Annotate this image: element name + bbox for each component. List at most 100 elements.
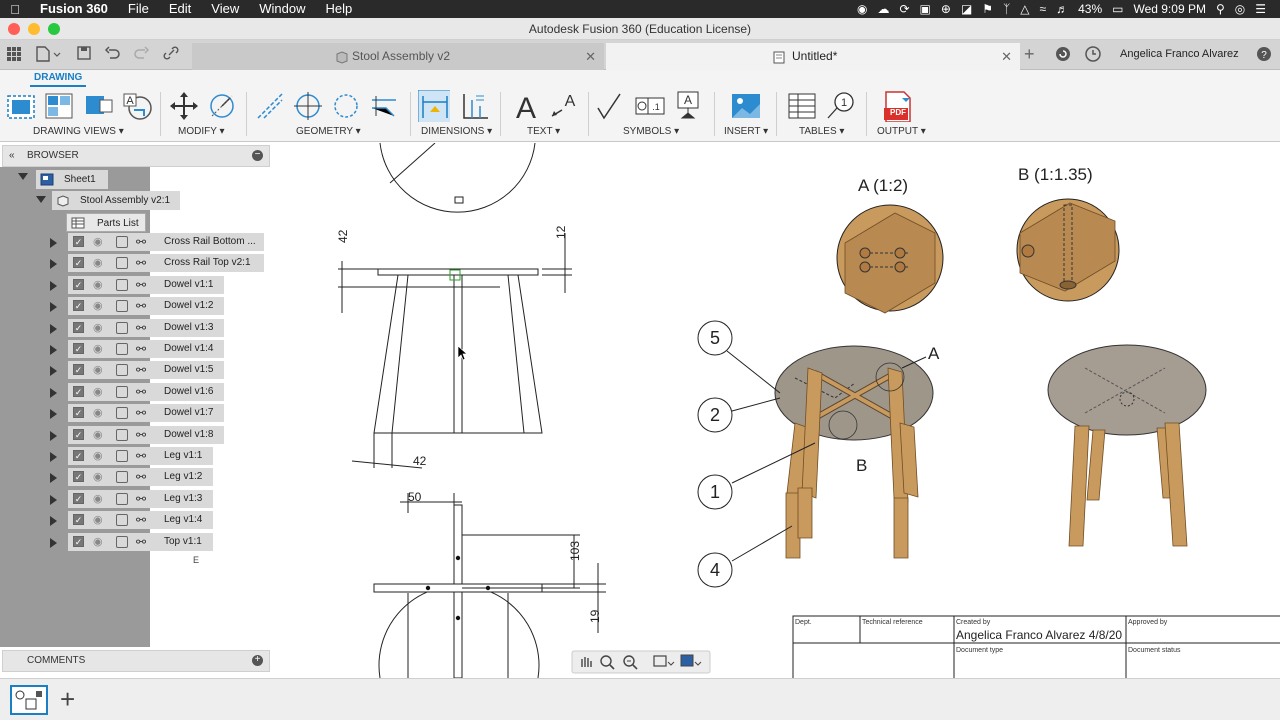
expand-component-icon[interactable] xyxy=(50,388,57,398)
job-status-icon[interactable] xyxy=(1055,46,1071,62)
feature-control-frame-icon[interactable]: .1 xyxy=(634,90,666,122)
visibility-checkbox[interactable]: ✓ xyxy=(73,407,84,418)
close-tab-icon[interactable]: ✕ xyxy=(585,43,596,70)
ordinate-dimension-icon[interactable] xyxy=(458,90,490,122)
eye-icon[interactable]: ◉ xyxy=(93,297,103,315)
detail-b-label[interactable]: B (1:1.35) xyxy=(1018,165,1093,184)
detail-callout-a[interactable]: A xyxy=(928,344,940,363)
front-view[interactable] xyxy=(338,233,572,469)
center-mark-pattern-icon[interactable] xyxy=(330,90,362,122)
visibility-checkbox[interactable]: ✓ xyxy=(73,536,84,547)
drawing-canvas[interactable]: 42 12 42 50 103 19 A (1:2) B (1:1.35) 5 … xyxy=(270,143,1280,678)
tree-assembly[interactable]: Stool Assembly v2:1 xyxy=(52,191,180,210)
bluetooth-icon[interactable]: ᛉ xyxy=(1003,2,1010,16)
group-output[interactable]: OUTPUT ▾ xyxy=(877,126,926,137)
eye-icon[interactable]: ◉ xyxy=(93,319,103,337)
table-icon[interactable] xyxy=(786,90,818,122)
expand-component-icon[interactable] xyxy=(50,238,57,248)
add-sheet-plus-icon[interactable]: + xyxy=(60,683,75,715)
balloon-4[interactable]: 4 xyxy=(697,525,793,588)
target-icon[interactable]: ⊕ xyxy=(941,2,951,16)
expand-component-icon[interactable] xyxy=(50,516,57,526)
move-icon[interactable] xyxy=(168,90,200,122)
browser-component-row[interactable]: ✓ ◉ ⚯ Leg v1:2 xyxy=(68,468,213,486)
detail-view-a[interactable] xyxy=(836,204,944,314)
tab-stool-assembly[interactable]: Stool Assembly v2 ✕ xyxy=(192,43,604,70)
browser-component-row[interactable]: ✓ ◉ ⚯ Dowel v1:7 xyxy=(68,404,224,422)
flag-icon[interactable]: ⚑ xyxy=(982,2,993,16)
save-icon[interactable] xyxy=(76,45,92,61)
browser-component-row[interactable]: ✓ ◉ ⚯ Cross Rail Top v2:1 xyxy=(68,254,264,272)
redo-icon[interactable] xyxy=(134,45,150,61)
expand-component-icon[interactable] xyxy=(50,324,57,334)
visibility-checkbox[interactable]: ✓ xyxy=(73,493,84,504)
rotate-icon[interactable] xyxy=(206,90,238,122)
eye-icon[interactable]: ◉ xyxy=(93,340,103,358)
pdf-export-icon[interactable] xyxy=(882,90,914,122)
menu-file[interactable]: File xyxy=(118,0,159,18)
airplay-icon[interactable]: △ xyxy=(1020,2,1029,16)
link-icon[interactable] xyxy=(162,45,180,61)
top-view[interactable] xyxy=(373,493,606,678)
expand-assembly-icon[interactable] xyxy=(36,196,46,203)
visibility-checkbox[interactable]: ✓ xyxy=(73,364,84,375)
expand-component-icon[interactable] xyxy=(50,431,57,441)
expand-component-icon[interactable] xyxy=(50,366,57,376)
browser-component-row[interactable]: ✓ ◉ ⚯ Leg v1:3 xyxy=(68,490,213,508)
detail-view-icon[interactable]: A xyxy=(120,90,152,122)
group-tables[interactable]: TABLES ▾ xyxy=(799,126,844,137)
eye-icon[interactable]: ◉ xyxy=(93,447,103,465)
insert-image-icon[interactable] xyxy=(730,90,762,122)
dim-42-leg[interactable]: 42 xyxy=(413,454,427,468)
tree-parts-list[interactable]: Parts List xyxy=(66,213,146,232)
edge-extension-icon[interactable] xyxy=(368,90,400,122)
browser-component-row[interactable]: ✓ ◉ ⚯ Dowel v1:1 xyxy=(68,276,224,294)
record-icon[interactable]: ◉ xyxy=(857,2,867,16)
minimize-window-button[interactable] xyxy=(28,23,40,35)
visibility-checkbox[interactable]: ✓ xyxy=(73,257,84,268)
spotlight-search-icon[interactable]: ⚲ xyxy=(1216,2,1225,16)
expand-component-icon[interactable] xyxy=(50,452,57,462)
group-symbols[interactable]: SYMBOLS ▾ xyxy=(623,126,679,137)
visibility-checkbox[interactable]: ✓ xyxy=(73,343,84,354)
group-geometry[interactable]: GEOMETRY ▾ xyxy=(296,126,361,137)
expand-sheet-icon[interactable] xyxy=(18,173,28,180)
collapse-panel-icon[interactable]: « xyxy=(9,146,15,166)
expand-component-icon[interactable] xyxy=(50,495,57,505)
group-drawing-views[interactable]: DRAWING VIEWS ▾ xyxy=(33,126,124,137)
menu-help[interactable]: Help xyxy=(315,0,362,18)
group-modify[interactable]: MODIFY ▾ xyxy=(178,126,225,137)
expand-component-icon[interactable] xyxy=(50,345,57,355)
text-icon[interactable]: A xyxy=(510,90,542,122)
expand-component-icon[interactable] xyxy=(50,302,57,312)
browser-component-row[interactable]: ✓ ◉ ⚯ Dowel v1:3 xyxy=(68,319,224,337)
undo-icon[interactable] xyxy=(104,45,120,61)
detail-a-label[interactable]: A (1:2) xyxy=(858,176,908,195)
dim-42-height[interactable]: 42 xyxy=(336,229,350,243)
top-view-partial[interactable] xyxy=(379,143,536,213)
browser-component-row[interactable]: ✓ ◉ ⚯ Dowel v1:8 xyxy=(68,426,224,444)
expand-component-icon[interactable] xyxy=(50,538,57,548)
siri-icon[interactable]: ◎ xyxy=(1235,2,1245,16)
wifi-icon[interactable]: ≈ xyxy=(1040,2,1047,16)
eye-icon[interactable]: ◉ xyxy=(93,426,103,444)
centerline-icon[interactable] xyxy=(254,90,286,122)
visibility-checkbox[interactable]: ✓ xyxy=(73,471,84,482)
center-mark-icon[interactable] xyxy=(292,90,324,122)
detail-callout-b[interactable]: B xyxy=(856,456,867,475)
section-view-icon[interactable] xyxy=(82,90,114,122)
volume-icon[interactable]: ♬ xyxy=(1056,2,1068,16)
dim-19[interactable]: 19 xyxy=(588,609,602,623)
leader-text-icon[interactable]: A xyxy=(548,90,580,122)
camera-icon[interactable]: ◪ xyxy=(961,2,972,16)
sync-icon[interactable]: ⟳ xyxy=(899,2,909,16)
comments-panel-header[interactable]: COMMENTS + xyxy=(2,650,270,672)
dim-103[interactable]: 103 xyxy=(568,541,582,561)
dimension-icon[interactable] xyxy=(418,90,450,122)
browser-component-row[interactable]: ✓ ◉ ⚯ Dowel v1:4 xyxy=(68,340,224,358)
eye-icon[interactable]: ◉ xyxy=(93,490,103,508)
tab-untitled[interactable]: Untitled* ✕ xyxy=(606,43,1020,70)
browser-component-row[interactable]: ✓ ◉ ⚯ Leg v1:4 xyxy=(68,511,213,529)
balloon-icon[interactable]: 1 xyxy=(824,90,856,122)
expand-component-icon[interactable] xyxy=(50,281,57,291)
